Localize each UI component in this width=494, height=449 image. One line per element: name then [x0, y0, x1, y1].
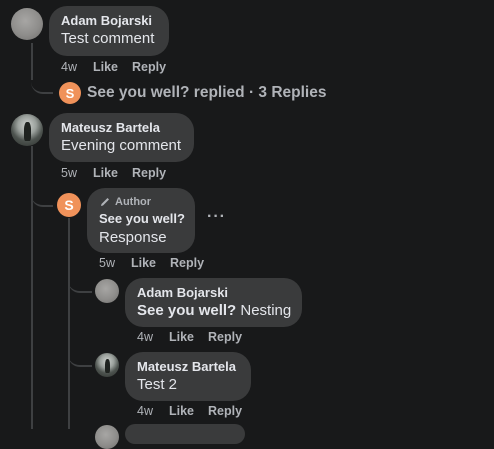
reply-button[interactable]: Reply — [132, 166, 166, 180]
like-button[interactable]: Like — [131, 256, 156, 270]
comment-bubble: Adam Bojarski See you well? Nesting — [125, 278, 302, 327]
avatar[interactable]: S — [57, 193, 81, 217]
comment-actions: 4w Like Reply — [61, 60, 180, 74]
comment-author[interactable]: Adam Bojarski — [61, 13, 157, 29]
like-button[interactable]: Like — [169, 330, 194, 344]
comment-text-body: Nesting — [236, 302, 292, 319]
like-button[interactable]: Like — [169, 404, 194, 418]
reply-button[interactable]: Reply — [170, 256, 204, 270]
reply-button[interactable]: Reply — [208, 330, 242, 344]
avatar[interactable] — [11, 8, 43, 40]
comment-text: Test 2 — [137, 376, 178, 393]
comment-bubble: Mateusz Bartela Test 2 — [125, 352, 251, 401]
like-button[interactable]: Like — [93, 60, 118, 74]
avatar[interactable] — [11, 114, 43, 146]
comment-bubble: Author See you well? Response — [87, 188, 195, 253]
comment-bubble: Adam Bojarski Test comment — [49, 6, 169, 56]
comment-actions: 5w Like Reply — [99, 256, 218, 270]
avatar[interactable] — [95, 279, 119, 303]
comment-timestamp[interactable]: 4w — [137, 404, 153, 418]
comment-author[interactable]: Adam Bojarski — [137, 285, 290, 301]
view-replies-link[interactable]: See you well? replied · 3 Replies — [87, 84, 326, 102]
pencil-icon — [101, 198, 109, 206]
thread-curve — [68, 275, 92, 293]
reply-button[interactable]: Reply — [132, 60, 166, 74]
comment-author[interactable]: Mateusz Bartela — [61, 120, 182, 136]
thread-line — [68, 218, 70, 429]
comment-actions: 5w Like Reply — [61, 166, 180, 180]
comment-bubble — [125, 424, 245, 444]
comment-timestamp[interactable]: 4w — [61, 60, 77, 74]
more-options-icon[interactable]: ··· — [207, 208, 226, 226]
comment-text: Test comment — [61, 30, 155, 47]
comment-author[interactable]: See you well? — [99, 211, 185, 227]
thread-line — [31, 43, 33, 80]
author-badge-label: Author — [115, 196, 152, 208]
author-badge: Author — [99, 195, 183, 209]
comment-timestamp[interactable]: 5w — [61, 166, 77, 180]
comment-timestamp[interactable]: 4w — [137, 330, 153, 344]
thread-curve — [31, 78, 53, 94]
comment-text: Response — [99, 229, 167, 246]
comment-actions: 4w Like Reply — [137, 330, 256, 344]
avatar[interactable] — [95, 353, 119, 377]
comment-bubble: Mateusz Bartela Evening comment — [49, 113, 194, 162]
avatar[interactable]: S — [59, 82, 81, 104]
thread-curve — [68, 349, 92, 367]
comment-actions: 4w Like Reply — [137, 404, 256, 418]
like-button[interactable]: Like — [93, 166, 118, 180]
reply-button[interactable]: Reply — [208, 404, 242, 418]
comment-timestamp[interactable]: 5w — [99, 256, 115, 270]
comment-author[interactable]: Mateusz Bartela — [137, 359, 239, 375]
comment-text: Evening comment — [61, 137, 182, 154]
comment-text: See you well? Nesting — [137, 301, 292, 321]
thread-curve — [31, 185, 53, 207]
mention-link[interactable]: See you well? — [137, 302, 236, 319]
